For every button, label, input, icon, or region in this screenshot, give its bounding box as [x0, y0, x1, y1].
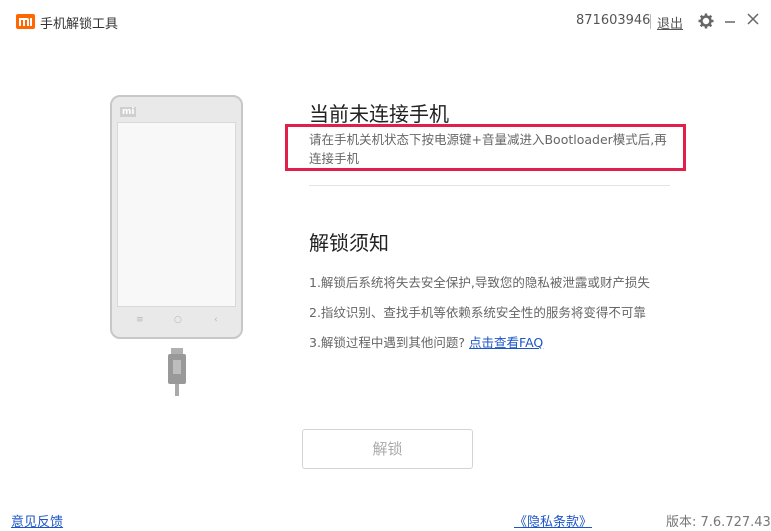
- feedback-link[interactable]: 意见反馈: [11, 511, 63, 530]
- phone-mi-logo: mi: [120, 107, 137, 117]
- mi-logo: [16, 14, 35, 29]
- user-id: 871603946: [576, 13, 651, 28]
- phone-menu-icon: ≡: [136, 315, 144, 325]
- notice-item-text: 3.解锁过程中遇到其他问题?: [309, 335, 466, 350]
- notice-item-faq: 3.解锁过程中遇到其他问题? 点击查看FAQ: [309, 332, 543, 351]
- connection-status-title: 当前未连接手机: [309, 102, 449, 126]
- gear-icon[interactable]: [697, 11, 715, 31]
- unlock-button[interactable]: 解锁: [302, 429, 473, 469]
- usb-cable-icon: [168, 348, 186, 396]
- phone-illustration: mi ≡ ○ ‹: [110, 95, 243, 339]
- divider: [309, 185, 670, 186]
- notice-item: 2.指纹识别、查找手机等依赖系统安全性的服务将变得不可靠: [309, 305, 646, 320]
- version-label: 版本: 7.6.727.43: [666, 515, 771, 530]
- faq-link[interactable]: 点击查看FAQ: [469, 335, 543, 350]
- logout-link[interactable]: 退出: [657, 13, 683, 32]
- title-bar: 手机解锁工具 871603946 退出: [0, 0, 771, 44]
- unlock-notice-title: 解锁须知: [309, 231, 389, 255]
- phone-screen: [117, 122, 236, 307]
- highlight-box: [285, 124, 686, 171]
- phone-home-icon: ○: [174, 315, 182, 325]
- privacy-policy-link[interactable]: 《隐私条款》: [514, 511, 592, 530]
- close-icon[interactable]: [744, 11, 762, 31]
- phone-back-icon: ‹: [214, 315, 218, 325]
- minimize-icon[interactable]: [721, 11, 739, 31]
- app-title: 手机解锁工具: [40, 17, 119, 32]
- separator: [650, 14, 651, 29]
- notice-item: 1.解锁后系统将失去安全保护,导致您的隐私被泄露或财产损失: [309, 275, 650, 290]
